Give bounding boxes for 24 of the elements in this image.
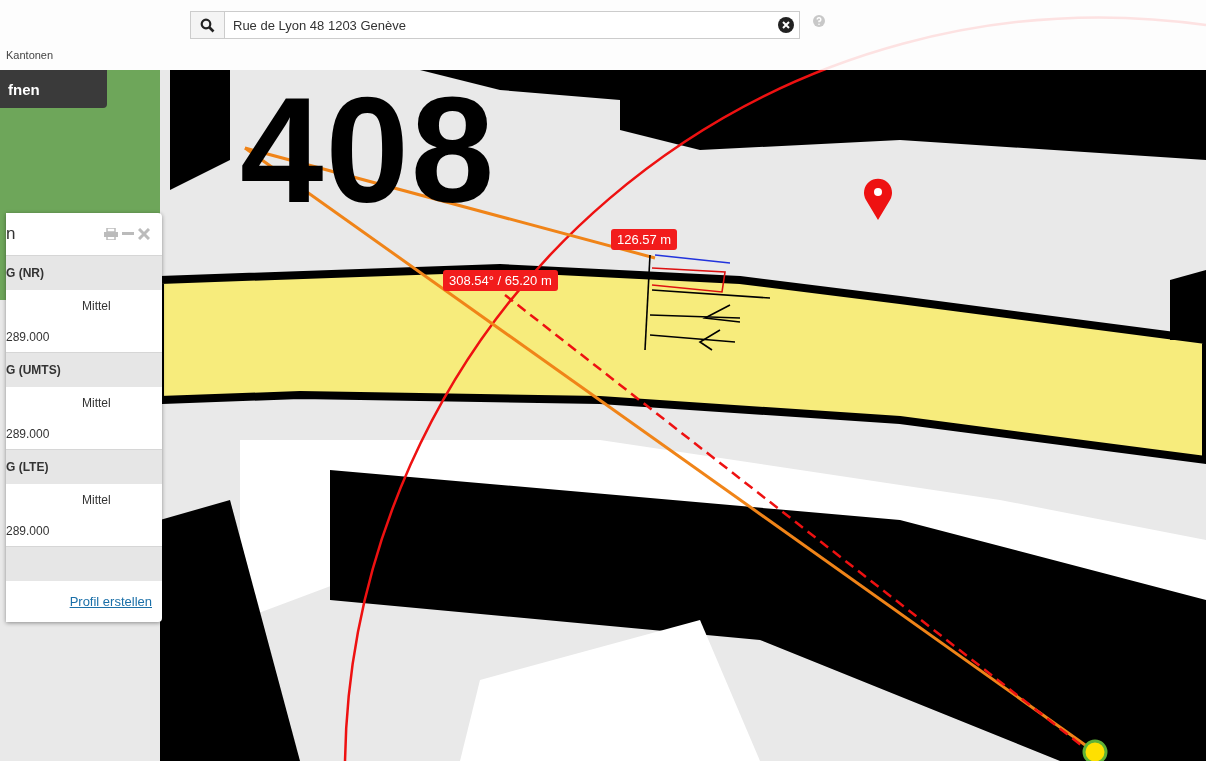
print-icon[interactable] — [104, 228, 118, 240]
rating-text: Mittel — [82, 395, 111, 410]
distance-label: 126.57 m — [611, 229, 678, 250]
search-icon[interactable] — [200, 17, 215, 33]
section-header: G (NR) — [6, 255, 162, 290]
close-icon[interactable] — [138, 228, 150, 240]
angle-distance-label: 308.54° / 65.20 m — [443, 270, 558, 291]
open-button[interactable]: fnen — [0, 70, 107, 108]
value-text: 289.000 — [6, 329, 51, 344]
panel-title: n — [6, 224, 16, 244]
clear-icon[interactable] — [778, 17, 794, 33]
create-profile-link[interactable]: Profil erstellen — [69, 594, 152, 609]
value-text: 289.000 — [6, 426, 51, 441]
value-text: 289.000 — [6, 523, 51, 538]
minimize-icon[interactable] — [122, 232, 134, 236]
rating-text: Mittel — [82, 492, 111, 507]
location-point — [1082, 739, 1108, 761]
layer-label: Kantonen — [6, 49, 54, 61]
help-icon[interactable] — [813, 15, 825, 27]
section-header: G (LTE) — [6, 449, 162, 484]
rating-text: Mittel — [82, 298, 111, 313]
section-header: G (UMTS) — [6, 352, 162, 387]
search-field[interactable]: Rue de Lyon 48 1203 Genève — [224, 11, 800, 39]
map-pin-icon — [864, 178, 892, 220]
